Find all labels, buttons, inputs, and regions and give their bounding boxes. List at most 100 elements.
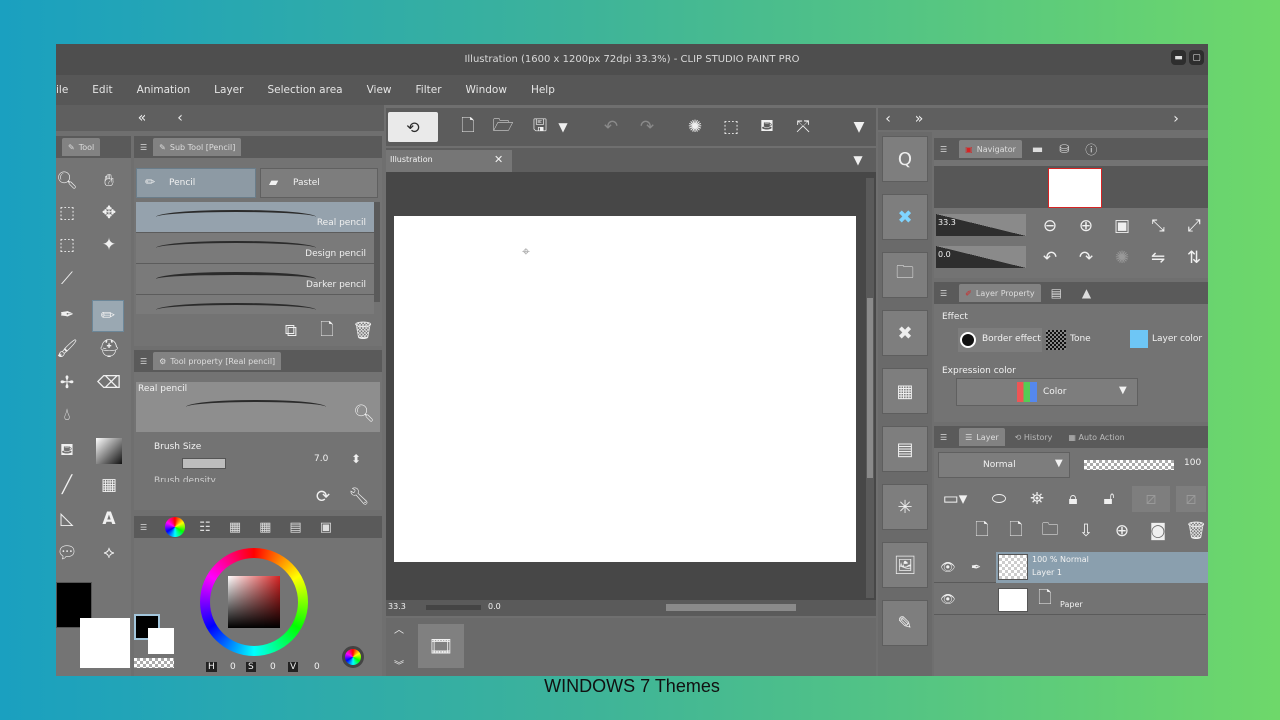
brush-item-darker-pencil[interactable]: Darker pencil	[136, 264, 374, 295]
material-pattern-icon[interactable]: ✖	[882, 310, 928, 356]
item-bank-tab-icon[interactable]: ⛁	[1059, 142, 1069, 156]
navigator-viewport[interactable]	[1048, 168, 1102, 208]
flip-vertical-icon[interactable]: ⇅	[1182, 246, 1206, 270]
gradient-tool-icon[interactable]	[96, 438, 122, 464]
eraser-tool-icon[interactable]: ⌫	[96, 370, 122, 396]
operation-tool-icon[interactable]: ⬚	[56, 200, 78, 226]
wrench-icon[interactable]: 🔧︎	[348, 486, 370, 508]
zoom-tool-icon[interactable]: 🔍︎	[56, 168, 78, 194]
animation-cels-tab-icon[interactable]: ▲	[1082, 286, 1091, 300]
rotation-slider[interactable]: 0.0	[936, 246, 1026, 268]
collapse-double-left-icon[interactable]: «	[132, 107, 152, 129]
correct-line-icon[interactable]: ⟡	[96, 540, 122, 566]
menu-icon[interactable]: ☰	[940, 289, 947, 298]
lock-transparent-icon[interactable]: 🔓︎	[1096, 486, 1122, 512]
clip-studio-icon[interactable]: ⟲	[388, 112, 438, 142]
save-icon[interactable]: 🖫︎	[528, 114, 552, 140]
brush-size-slider[interactable]	[182, 458, 226, 469]
tool-property-tab[interactable]: ⚙ Tool property [Real pencil]	[153, 352, 282, 370]
eye-icon[interactable]: 👁︎	[938, 588, 958, 610]
sub-view-tab-icon[interactable]: ▬	[1032, 142, 1043, 156]
rotate-left-icon[interactable]: ↶	[1038, 246, 1062, 270]
menu-icon[interactable]: ☰	[940, 145, 947, 154]
history-tab[interactable]: ⟲ History	[1015, 433, 1053, 442]
actual-size-icon[interactable]: ▣	[1110, 214, 1134, 238]
pen-icon[interactable]: ✒	[966, 556, 986, 578]
hue-ring[interactable]	[200, 548, 308, 656]
mask-disabled-icon[interactable]: ⧄	[1132, 486, 1170, 512]
brush-tool-icon[interactable]: 🖌︎	[56, 336, 78, 362]
menu-edit[interactable]: Edit	[92, 84, 112, 96]
zoom-in-icon[interactable]: ⊕	[1074, 214, 1098, 238]
menu-animation[interactable]: Animation	[137, 84, 191, 96]
new-folder-icon[interactable]: 🗀︎	[1038, 518, 1062, 544]
collapse-left-icon[interactable]: ‹	[880, 108, 896, 130]
horizontal-scrollbar[interactable]	[666, 604, 796, 611]
new-file-icon[interactable]: 🗋︎	[456, 114, 480, 140]
material-folder-icon[interactable]: 🗀︎	[882, 252, 928, 298]
new-vector-layer-icon[interactable]: 🗋︎	[1004, 518, 1028, 544]
move-layer-icon[interactable]: ✥	[96, 200, 122, 226]
menu-file[interactable]: ile	[56, 84, 68, 96]
info-tab-icon[interactable]: ⓘ	[1085, 141, 1097, 158]
lock-icon[interactable]: 🔒︎	[1060, 486, 1086, 512]
transparent-color-chip[interactable]	[134, 658, 174, 668]
vertical-scrollbar[interactable]	[866, 178, 874, 598]
material-edit-icon[interactable]: ✎	[882, 600, 928, 646]
ruler-tool-icon[interactable]: ◺	[56, 506, 78, 532]
expression-color-dropdown[interactable]: Color ▼	[956, 378, 1138, 406]
clip-layer-icon[interactable]: ⬭	[986, 486, 1012, 512]
fit-window-icon[interactable]: ⤢	[1182, 214, 1206, 238]
brush-item-design-pencil[interactable]: Design pencil	[136, 233, 374, 264]
brush-list-scrollbar[interactable]	[374, 202, 380, 302]
chevron-down-icon[interactable]: ▼	[554, 114, 572, 140]
drawing-canvas[interactable]: ⌖	[394, 216, 856, 562]
delete-layer-icon[interactable]: 🗑︎	[1184, 518, 1208, 544]
transfer-down-icon[interactable]: ⇩	[1074, 518, 1098, 544]
material-effect-icon[interactable]: ✳	[882, 484, 928, 530]
search-icon[interactable]: Q	[882, 136, 928, 182]
undo-icon[interactable]: ↶	[598, 114, 624, 140]
material-frame-icon[interactable]: ▤	[882, 426, 928, 472]
tool-tab[interactable]: ✎ Tool	[62, 138, 101, 156]
new-raster-layer-icon[interactable]: 🗋︎	[970, 518, 994, 544]
trash-icon[interactable]: 🗑︎	[352, 320, 374, 342]
menu-icon[interactable]: ☰	[140, 523, 147, 532]
ruler-disabled-icon[interactable]: ⧄	[1176, 486, 1206, 512]
flip-horizontal-icon[interactable]: ⇋	[1146, 246, 1170, 270]
border-effect-button[interactable]: Border effect	[958, 328, 1042, 352]
chevron-double-down-icon[interactable]: ︾	[388, 654, 410, 674]
color-slider-tab-icon[interactable]: ☷	[199, 520, 211, 535]
maximize-button[interactable]: ▢	[1189, 50, 1204, 65]
chevron-up-icon[interactable]: ︿	[388, 618, 410, 638]
navigator-tab[interactable]: ▣ Navigator	[959, 140, 1022, 158]
layer-property-tab[interactable]: ✐ Layer Property	[959, 284, 1041, 302]
text-tool-icon[interactable]: A	[96, 506, 122, 532]
reset-icon[interactable]: ⟳	[312, 486, 334, 508]
sub-tool-copy-icon[interactable]: ⧉	[280, 320, 302, 342]
menu-icon[interactable]: ☰	[140, 143, 147, 152]
minimize-button[interactable]: ▬	[1171, 50, 1186, 65]
approximate-color-tab-icon[interactable]: ▤	[289, 520, 301, 535]
reference-layer-icon[interactable]: ⛯	[1024, 486, 1050, 512]
menu-filter[interactable]: Filter	[416, 84, 442, 96]
auto-select-icon[interactable]: ✦	[96, 232, 122, 258]
material-image-icon[interactable]: 🖼︎	[882, 542, 928, 588]
layer-color-button[interactable]: Layer color	[1130, 328, 1204, 352]
blend-mode-dropdown[interactable]: Normal ▼	[938, 452, 1070, 478]
open-folder-icon[interactable]: 🗁︎	[490, 114, 516, 140]
clear-outside-icon[interactable]: ⬚	[718, 114, 744, 140]
navigator-preview[interactable]	[934, 166, 1208, 208]
layer-tab[interactable]: ☰ Layer	[959, 428, 1005, 446]
layer-search-tab-icon[interactable]: ▤	[1051, 286, 1062, 300]
collapse-left-icon[interactable]: ‹	[170, 107, 190, 129]
zoom-slider[interactable]: 33.3	[936, 214, 1026, 236]
color-wheel-tab-icon[interactable]	[165, 517, 186, 537]
material-icon[interactable]: ✖	[882, 194, 928, 240]
pencil-group-tab[interactable]: ✏︎ Pencil	[136, 168, 256, 198]
menu-selection-area[interactable]: Selection area	[267, 84, 342, 96]
eyedropper-icon[interactable]: ⟋	[56, 266, 78, 292]
frame-border-icon[interactable]: ▦	[96, 472, 122, 498]
blend-tool-icon[interactable]: 💧︎	[56, 402, 78, 428]
merge-down-icon[interactable]: ⊕	[1110, 518, 1134, 544]
